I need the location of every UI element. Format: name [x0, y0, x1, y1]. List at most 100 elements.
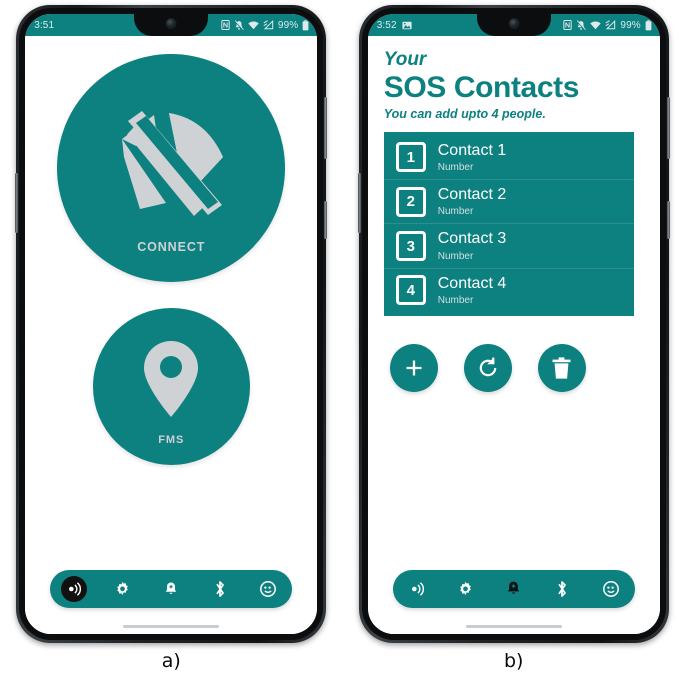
contact-text: Contact 2 Number: [438, 186, 506, 217]
bottom-nav-a: [50, 570, 293, 608]
contact-index-badge: 3: [395, 231, 426, 261]
nfc-icon: [563, 20, 573, 30]
notifications-off-icon: [234, 19, 244, 31]
contact-text: Contact 4 Number: [438, 275, 506, 306]
contact-number-label: Number: [437, 206, 474, 218]
notch-b: [476, 14, 551, 36]
mobile-data-icon: [605, 20, 616, 30]
nav-item-settings[interactable]: [110, 576, 136, 602]
action-buttons: [384, 344, 646, 393]
caption-b: b): [504, 650, 524, 672]
contact-row[interactable]: 2 Contact 2 Number: [383, 180, 634, 225]
phone-unit-a: 3:51 99% CONNECT FMS: [11, 5, 331, 643]
nav-item-alerts[interactable]: [158, 576, 184, 602]
contact-row[interactable]: 4 Contact 4 Number: [384, 269, 634, 312]
nav-item-bluetooth[interactable]: [549, 576, 575, 602]
wifi-off-icon: [106, 99, 236, 226]
status-bar-b: 3:52 99%: [367, 14, 660, 36]
battery-percent-label: 99%: [620, 19, 641, 31]
nav-item-bluetooth[interactable]: [207, 576, 233, 602]
home-gesture-bar[interactable]: [465, 625, 562, 628]
app-content-b: Your SOS Contacts You can add upto 4 peo…: [367, 36, 660, 634]
contact-number-label: Number: [437, 161, 474, 173]
phone-screen-a: 3:51 99% CONNECT FMS: [25, 14, 318, 634]
notch-a: [134, 14, 209, 36]
left-side-button-a[interactable]: [15, 173, 19, 233]
wifi-icon: [590, 20, 602, 30]
connect-label: CONNECT: [137, 240, 206, 254]
phone-device-b: 3:52 99% Your SOS Contacts You can add u…: [357, 5, 670, 643]
header-pretitle: Your: [383, 49, 427, 70]
power-button-a[interactable]: [324, 201, 328, 239]
plus-icon: [403, 357, 425, 379]
contact-number-label: Number: [437, 250, 474, 262]
contact-name: Contact 3: [437, 230, 507, 248]
battery-percent-label: 99%: [277, 19, 299, 31]
gesture-area-b: [367, 614, 660, 634]
refresh-button[interactable]: [463, 344, 512, 393]
notifications-off-icon: [576, 19, 587, 31]
caption-a: a): [161, 650, 181, 672]
wifi-icon: [248, 20, 259, 30]
refresh-icon: [476, 356, 500, 380]
front-camera-icon: [508, 18, 520, 29]
nav-item-alerts[interactable]: [501, 576, 527, 602]
status-bar-left-a: 3:51: [34, 20, 54, 31]
battery-icon: [302, 19, 309, 31]
nav-item-settings[interactable]: [452, 576, 478, 602]
sos-contacts-screen: Your SOS Contacts You can add upto 4 peo…: [368, 36, 660, 634]
fms-label: FMS: [158, 434, 185, 446]
delete-button[interactable]: [537, 344, 586, 393]
bottom-nav-b: [392, 570, 635, 608]
status-bar-clock: 3:51: [34, 19, 55, 31]
nav-item-profile[interactable]: [598, 576, 624, 602]
location-pin-icon: [140, 338, 202, 425]
gesture-area-a: [25, 614, 318, 634]
contact-number-label: Number: [437, 295, 474, 307]
contact-index-badge: 2: [395, 186, 426, 217]
contact-row[interactable]: 1 Contact 1 Number: [383, 136, 634, 180]
gallery-icon: [402, 21, 412, 30]
front-camera-icon: [165, 18, 177, 29]
mobile-data-icon: [263, 20, 274, 30]
home-gesture-bar[interactable]: [123, 625, 220, 628]
volume-button-a[interactable]: [324, 97, 328, 159]
phone-device-a: 3:51 99% CONNECT FMS: [15, 5, 328, 643]
trash-icon: [551, 356, 572, 380]
phones-row: 3:51 99% CONNECT FMS 3:52 99% Your SOS C…: [0, 0, 685, 650]
bottom-nav-holder-b: [368, 570, 660, 608]
nav-item-broadcast[interactable]: [404, 576, 430, 602]
bottom-nav-holder-a: [25, 570, 317, 608]
nav-item-profile[interactable]: [255, 576, 281, 602]
phone-unit-b: 3:52 99% Your SOS Contacts You can add u…: [354, 5, 674, 643]
contact-name: Contact 4: [437, 274, 507, 292]
left-side-button-b[interactable]: [357, 173, 361, 233]
figure-captions: a) b): [0, 650, 685, 695]
contact-index-badge: 1: [395, 142, 426, 173]
status-bar-a: 3:51 99%: [25, 14, 318, 36]
status-bar-left-b: 3:52: [377, 20, 412, 31]
contact-text: Contact 1 Number: [438, 142, 506, 173]
app-content-a: CONNECT FMS: [25, 36, 318, 634]
page-title: SOS Contacts: [383, 70, 580, 104]
nav-item-broadcast[interactable]: [61, 576, 88, 602]
status-bar-right-b: 99%: [563, 19, 652, 31]
contact-index-badge: 4: [395, 275, 426, 306]
contact-row[interactable]: 3 Contact 3 Number: [383, 224, 634, 269]
volume-button-b[interactable]: [666, 97, 670, 159]
add-contact-button[interactable]: [389, 344, 438, 393]
header-subtitle: You can add upto 4 people.: [383, 106, 546, 121]
page-header: Your SOS Contacts You can add upto 4 peo…: [384, 50, 646, 121]
nfc-icon: [221, 20, 230, 30]
contact-text: Contact 3 Number: [438, 230, 506, 261]
contact-name: Contact 2: [437, 185, 507, 203]
fms-button[interactable]: FMS: [92, 308, 250, 465]
connect-button[interactable]: CONNECT: [57, 54, 286, 282]
phone-screen-b: 3:52 99% Your SOS Contacts You can add u…: [367, 14, 660, 634]
home-screen-a: CONNECT FMS: [25, 36, 317, 634]
contact-name: Contact 1: [437, 141, 507, 159]
battery-icon: [645, 19, 652, 31]
figure-two-phone-screenshots: 3:51 99% CONNECT FMS 3:52 99% Your SOS C…: [0, 0, 685, 695]
contacts-list: 1 Contact 1 Number 2 Contact 2 Number 3 …: [383, 131, 634, 317]
power-button-b[interactable]: [666, 201, 670, 239]
